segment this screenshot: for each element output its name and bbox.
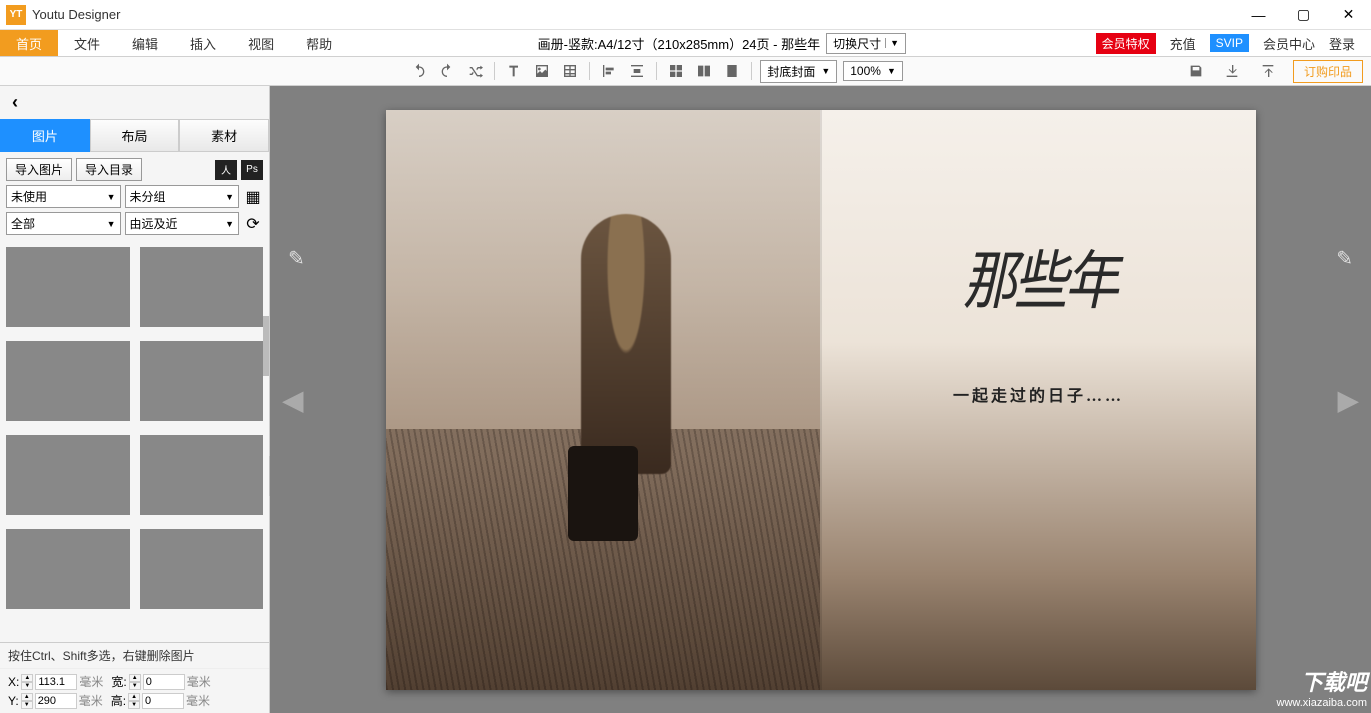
- thumbnail[interactable]: [140, 529, 264, 609]
- menu-edit[interactable]: 编辑: [116, 30, 174, 56]
- thumbnail[interactable]: [6, 247, 130, 327]
- sidebar: ‹ 图片 布局 素材 导入图片 导入目录 人 Ps 未使用▼ 未分组▼ ▦ 全部…: [0, 86, 270, 713]
- page-selector-dropdown[interactable]: 封底封面▼: [760, 60, 837, 83]
- grid-view-button[interactable]: [665, 60, 687, 82]
- canvas-area: ✎ ✎ ◀ ▶ 那些年 一起走过的日子…… 下载吧 www.xiazaiba.c…: [270, 86, 1371, 713]
- image-tool-button[interactable]: [531, 60, 553, 82]
- maximize-button[interactable]: ▢: [1281, 0, 1326, 30]
- svip-badge[interactable]: SVIP: [1210, 34, 1249, 52]
- back-cover-page[interactable]: [386, 110, 820, 690]
- thumbnail[interactable]: [140, 341, 264, 421]
- order-print-button[interactable]: 订购印品: [1293, 60, 1363, 83]
- sidebar-hint: 按住Ctrl、Shift多选，右键删除图片: [0, 642, 269, 668]
- pdf-icon[interactable]: 人: [215, 160, 237, 180]
- menu-file[interactable]: 文件: [58, 30, 116, 56]
- coords-panel: X:▲▼毫米 宽:▲▼毫米 Y:▲▼毫米 高:▲▼毫米: [0, 668, 269, 713]
- thumbnail[interactable]: [140, 247, 264, 327]
- member-center-link[interactable]: 会员中心: [1263, 34, 1315, 53]
- login-link[interactable]: 登录: [1329, 34, 1355, 53]
- tab-materials[interactable]: 素材: [179, 119, 269, 152]
- prev-page-button[interactable]: ◀: [282, 383, 304, 416]
- recharge-link[interactable]: 充值: [1170, 34, 1196, 53]
- edit-left-icon[interactable]: ✎: [288, 246, 305, 271]
- align-left-button[interactable]: [598, 60, 620, 82]
- shuffle-button[interactable]: [464, 60, 486, 82]
- all-filter-dropdown[interactable]: 全部▼: [6, 212, 121, 235]
- refresh-icon[interactable]: ⟳: [243, 214, 263, 234]
- import-folder-button[interactable]: 导入目录: [76, 158, 142, 181]
- cover-title-text[interactable]: 那些年: [962, 230, 1115, 322]
- tab-layout[interactable]: 布局: [90, 119, 180, 152]
- download-icon[interactable]: [1221, 60, 1243, 82]
- menu-insert[interactable]: 插入: [174, 30, 232, 56]
- distribute-button[interactable]: [626, 60, 648, 82]
- width-input[interactable]: [143, 674, 185, 690]
- watermark: 下载吧 www.xiazaiba.com: [1277, 665, 1367, 709]
- cover-subtitle-text[interactable]: 一起走过的日子……: [953, 382, 1124, 406]
- grid-small-icon[interactable]: ▦: [243, 187, 263, 207]
- titlebar: YT Youtu Designer ― ▢ ✕: [0, 0, 1371, 30]
- app-logo: YT: [6, 5, 26, 25]
- tab-images[interactable]: 图片: [0, 119, 90, 152]
- member-privilege-badge[interactable]: 会员特权: [1096, 33, 1156, 54]
- y-input[interactable]: [35, 693, 77, 709]
- zoom-dropdown[interactable]: 100%▼: [843, 61, 903, 81]
- thumbnail[interactable]: [6, 435, 130, 515]
- back-button[interactable]: ‹: [0, 86, 269, 119]
- edit-right-icon[interactable]: ✎: [1336, 246, 1353, 271]
- thumbnail[interactable]: [6, 529, 130, 609]
- ps-icon[interactable]: Ps: [241, 160, 263, 180]
- export-icon[interactable]: [1257, 60, 1279, 82]
- next-page-button[interactable]: ▶: [1337, 383, 1359, 416]
- import-image-button[interactable]: 导入图片: [6, 158, 72, 181]
- size-switch-dropdown[interactable]: 切换尺寸▼: [826, 33, 906, 54]
- menubar: 首页 文件 编辑 插入 视图 帮助 画册-竖款:A4/12寸（210x285mm…: [0, 30, 1371, 56]
- menu-view[interactable]: 视图: [232, 30, 290, 56]
- spread-view-button[interactable]: [693, 60, 715, 82]
- image-thumbnails: [0, 241, 269, 642]
- close-button[interactable]: ✕: [1326, 0, 1371, 30]
- table-tool-button[interactable]: [559, 60, 581, 82]
- menu-help[interactable]: 帮助: [290, 30, 348, 56]
- page-spread[interactable]: 那些年 一起走过的日子……: [386, 110, 1256, 690]
- save-icon[interactable]: [1185, 60, 1207, 82]
- sidebar-scrollbar[interactable]: [263, 316, 269, 376]
- sort-dropdown[interactable]: 由远及近▼: [125, 212, 240, 235]
- minimize-button[interactable]: ―: [1236, 0, 1281, 30]
- document-title: 画册-竖款:A4/12寸（210x285mm）24页 - 那些年: [538, 34, 820, 53]
- height-input[interactable]: [142, 693, 184, 709]
- menu-home[interactable]: 首页: [0, 30, 58, 56]
- app-title: Youtu Designer: [32, 7, 120, 22]
- redo-button[interactable]: [436, 60, 458, 82]
- toolbar: 封底封面▼ 100%▼ 订购印品: [0, 56, 1371, 86]
- thumbnail[interactable]: [140, 435, 264, 515]
- x-input[interactable]: [35, 674, 77, 690]
- single-view-button[interactable]: [721, 60, 743, 82]
- usage-filter-dropdown[interactable]: 未使用▼: [6, 185, 121, 208]
- text-tool-button[interactable]: [503, 60, 525, 82]
- thumbnail[interactable]: [6, 341, 130, 421]
- group-filter-dropdown[interactable]: 未分组▼: [125, 185, 240, 208]
- front-cover-page[interactable]: 那些年 一起走过的日子……: [820, 110, 1256, 690]
- undo-button[interactable]: [408, 60, 430, 82]
